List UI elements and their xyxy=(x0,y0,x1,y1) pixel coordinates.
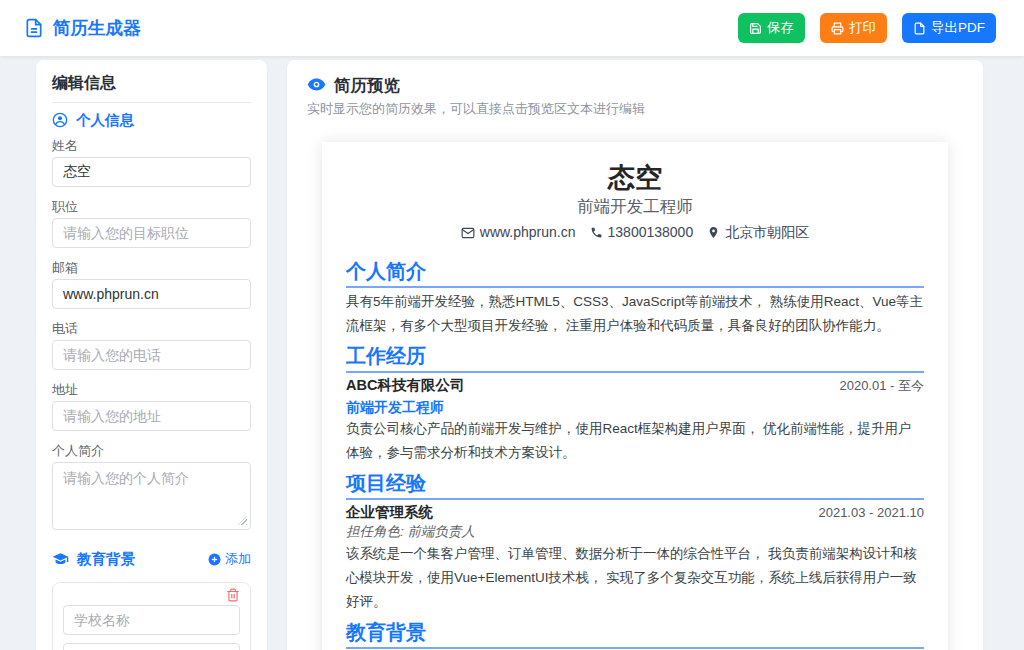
phone-label: 电话 xyxy=(52,322,251,336)
job-field-group: 职位 xyxy=(52,200,251,248)
pdf-file-icon xyxy=(913,22,926,35)
preview-panel-header: 简历预览 xyxy=(307,75,963,94)
name-label: 姓名 xyxy=(52,139,251,153)
education-extra-input[interactable] xyxy=(63,643,240,650)
print-icon xyxy=(831,22,844,35)
phone-field-group: 电话 xyxy=(52,322,251,370)
name-input[interactable] xyxy=(52,157,251,187)
eye-icon xyxy=(307,75,326,94)
resume-work-heading[interactable]: 工作经历 xyxy=(346,346,924,373)
location-pin-icon xyxy=(707,226,720,239)
resume-work-role[interactable]: 前端开发工程师 xyxy=(346,399,924,415)
print-button[interactable]: 打印 xyxy=(820,13,887,43)
edit-panel: 编辑信息 个人信息 姓名 职位 邮箱 电话 地址 个人简介 xyxy=(36,60,267,650)
document-icon xyxy=(24,18,44,38)
email-input[interactable] xyxy=(52,279,251,309)
resume-projects-heading[interactable]: 项目经验 xyxy=(346,473,924,500)
save-button[interactable]: 保存 xyxy=(738,13,805,43)
address-field-group: 地址 xyxy=(52,383,251,431)
resume-projects-section: 项目经验 企业管理系统 2021.03 - 2021.10 担任角色: 前端负责… xyxy=(346,473,924,614)
page-content: 编辑信息 个人信息 姓名 职位 邮箱 电话 地址 个人简介 xyxy=(0,56,1024,650)
email-label: 邮箱 xyxy=(52,261,251,275)
resume-project-name[interactable]: 企业管理系统 xyxy=(346,504,433,521)
app-title: 简历生成器 xyxy=(53,16,141,40)
graduation-cap-icon xyxy=(52,551,69,568)
plus-circle-icon xyxy=(208,553,221,566)
mail-icon xyxy=(461,226,475,240)
education-section-header: 教育背景 添加 xyxy=(52,550,251,568)
summary-field-group: 个人简介 xyxy=(52,444,251,530)
resume-contact-address[interactable]: 北京市朝阳区 xyxy=(707,225,809,240)
edit-panel-title: 编辑信息 xyxy=(52,74,251,103)
resume-work-desc[interactable]: 负责公司核心产品的前端开发与维护，使用React框架构建用户界面， 优化前端性能… xyxy=(346,417,924,465)
resume-project-desc[interactable]: 该系统是一个集客户管理、订单管理、数据分析于一体的综合性平台， 我负责前端架构设… xyxy=(346,542,924,614)
job-input[interactable] xyxy=(52,218,251,248)
school-name-input[interactable] xyxy=(63,605,240,635)
education-section-title: 教育背景 xyxy=(52,551,135,568)
address-label: 地址 xyxy=(52,383,251,397)
resume-project-date[interactable]: 2021.03 - 2021.10 xyxy=(818,505,924,520)
preview-panel: 简历预览 实时显示您的简历效果，可以直接点击预览区文本进行编辑 态空 前端开发工… xyxy=(287,60,983,650)
resume-contacts: www.phprun.cn 13800138000 北京市朝阳区 xyxy=(346,225,924,240)
resume-education-heading[interactable]: 教育背景 xyxy=(346,622,924,649)
job-label: 职位 xyxy=(52,200,251,214)
resume-contact-phone[interactable]: 13800138000 xyxy=(590,225,694,240)
phone-input[interactable] xyxy=(52,340,251,370)
resume-contact-email[interactable]: www.phprun.cn xyxy=(461,225,576,240)
resume-job-title[interactable]: 前端开发工程师 xyxy=(346,198,924,215)
app-header: 简历生成器 保存 打印 导出PDF xyxy=(0,0,1024,56)
resume-project-role[interactable]: 担任角色: 前端负责人 xyxy=(346,524,924,540)
delete-education-icon[interactable] xyxy=(226,588,240,602)
education-item-card xyxy=(52,582,251,650)
resume-summary-text[interactable]: 具有5年前端开发经验，熟悉HTML5、CSS3、JavaScript等前端技术，… xyxy=(346,290,924,338)
resume-summary-section: 个人简介 具有5年前端开发经验，熟悉HTML5、CSS3、JavaScript等… xyxy=(346,261,924,338)
user-icon xyxy=(52,112,68,128)
email-field-group: 邮箱 xyxy=(52,261,251,309)
app-brand: 简历生成器 xyxy=(24,16,141,40)
resume-summary-heading[interactable]: 个人简介 xyxy=(346,261,924,288)
resume-work-company[interactable]: ABC科技有限公司 xyxy=(346,377,464,394)
preview-hint: 实时显示您的简历效果，可以直接点击预览区文本进行编辑 xyxy=(307,102,963,116)
phone-icon xyxy=(590,226,603,239)
name-field-group: 姓名 xyxy=(52,139,251,187)
resume-preview[interactable]: 态空 前端开发工程师 www.phprun.cn 13800138000 北京市… xyxy=(322,142,948,650)
header-actions: 保存 打印 导出PDF xyxy=(723,13,996,43)
summary-label: 个人简介 xyxy=(52,444,251,458)
resume-work-section: 工作经历 ABC科技有限公司 2020.01 - 至今 前端开发工程师 负责公司… xyxy=(346,346,924,465)
add-education-button[interactable]: 添加 xyxy=(208,550,251,568)
personal-info-section-header: 个人信息 xyxy=(52,112,251,128)
resume-education-section: 教育背景 北京大学 2016.09 - 2020.06 xyxy=(346,622,924,650)
address-input[interactable] xyxy=(52,401,251,431)
resume-name[interactable]: 态空 xyxy=(346,164,924,192)
summary-textarea[interactable] xyxy=(52,462,251,530)
resume-work-date[interactable]: 2020.01 - 至今 xyxy=(839,377,924,395)
save-icon xyxy=(749,22,762,35)
export-pdf-button[interactable]: 导出PDF xyxy=(902,13,996,43)
